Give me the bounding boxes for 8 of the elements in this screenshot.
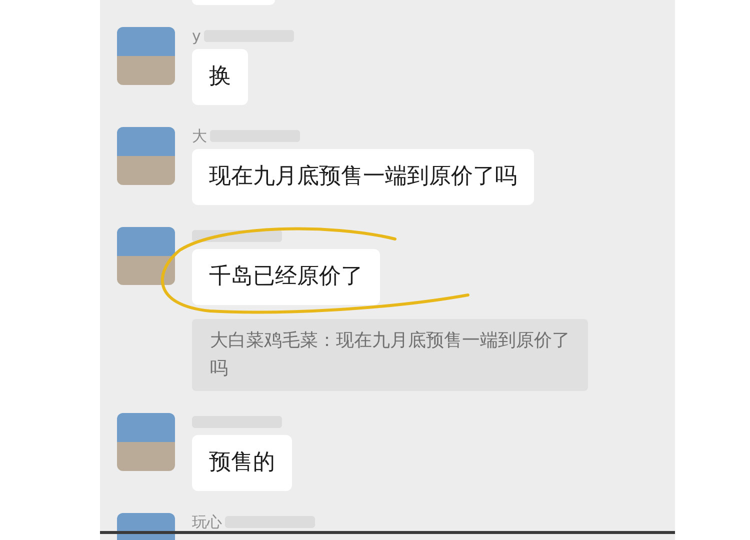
message-bubble: 千岛已经原价了: [192, 249, 380, 305]
message-bubble: 预售的: [192, 435, 292, 491]
sender-name: 大: [192, 126, 207, 146]
sender-name: y: [192, 27, 201, 45]
sender-name: 玩心: [192, 512, 222, 532]
message-bubble: 现在九月底预售一端到原价了吗: [192, 149, 534, 205]
message-bubble: 换: [192, 49, 248, 105]
quoted-message: 大白菜鸡毛菜：现在九月底预售一端到原价了吗: [192, 319, 588, 391]
